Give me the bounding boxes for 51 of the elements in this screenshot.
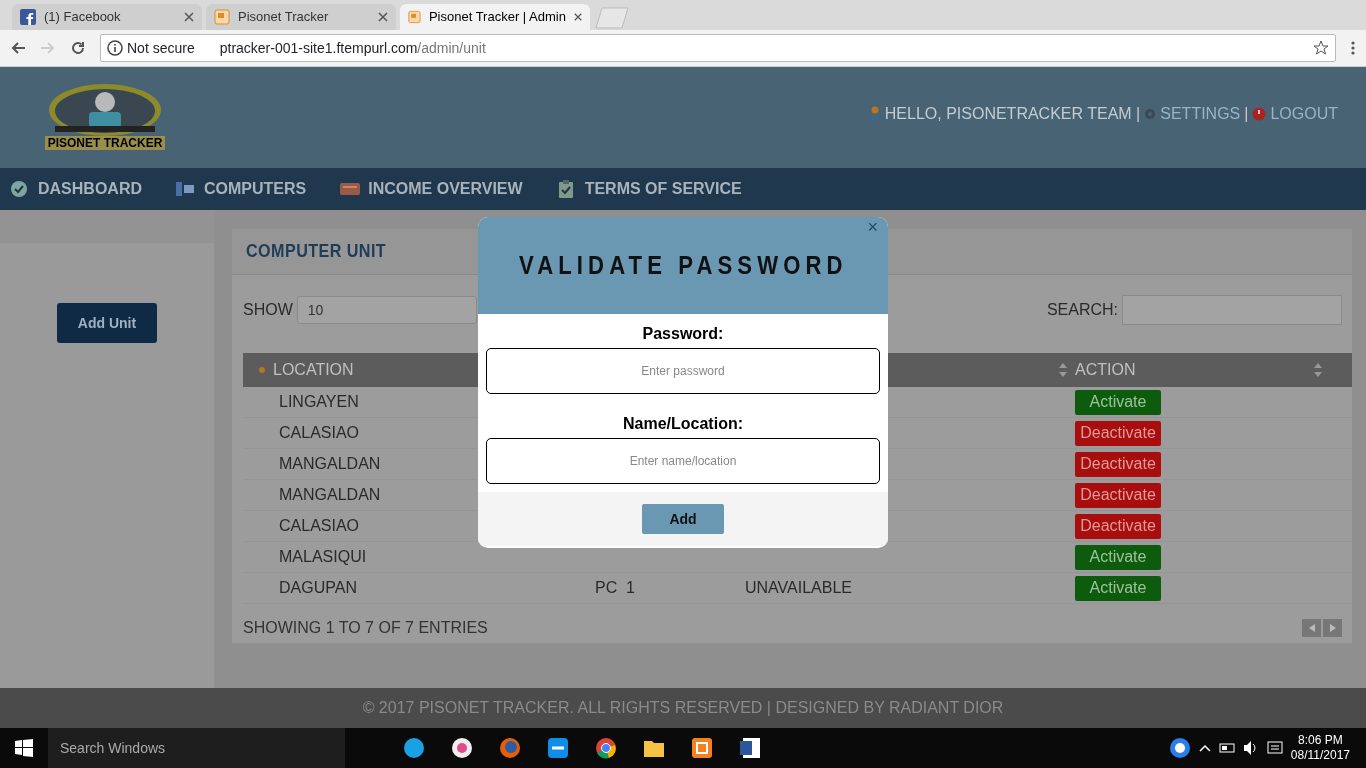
table-cell-text: MANGALDAN: [278, 485, 382, 505]
table-cell-text: MALASIQUI: [278, 547, 368, 567]
deactivate-button[interactable]: Deactivate: [1075, 420, 1161, 446]
nav-link[interactable]: COMPUTERS: [176, 177, 307, 201]
field-label: Password:: [642, 324, 724, 344]
browser-tab[interactable]: (1) Facebook: [12, 4, 202, 30]
search-label: SEARCH:: [1046, 300, 1118, 320]
logo-text: PISONET TRACKER: [44, 135, 166, 150]
security-label: Not secure: [127, 38, 195, 58]
nav-link[interactable]: TERMS OF SERVICE: [556, 177, 742, 201]
nav-link[interactable]: INCOME OVERVIEW: [340, 177, 523, 201]
modal-title: VALIDATE PASSWORD: [518, 249, 848, 282]
footer-text: © 2017 PISONET TRACKER. ALL RIGHTS RESERVED | DESIGNED BY RADIANT DIOR: [0, 688, 1366, 728]
close-button[interactable]: ×: [867, 217, 878, 237]
deactivate-button[interactable]: Deactivate: [1075, 482, 1161, 508]
greeting-text: HELLO, PISONETRACKER TEAM |: [884, 103, 1141, 124]
address-bar[interactable]: Not secure ptracker-001-site1.ftempurl.com/admin/unit: [100, 34, 1336, 62]
table-cell-text: LINGAYEN: [278, 392, 360, 412]
table-cell: UNAVAILABLE: [745, 579, 852, 596]
panel-title: COMPUTER UNIT: [246, 239, 387, 264]
clock-time[interactable]: 8:06 PM: [1298, 733, 1343, 748]
nav-link[interactable]: DASHBOARD: [10, 177, 142, 201]
activate-button[interactable]: Activate: [1075, 575, 1161, 601]
table-cell-text: DAGUPAN: [278, 578, 358, 598]
separator-text: |: [1244, 103, 1249, 124]
entries-info: SHOWING 1 TO 7 OF 7 ENTRIES: [243, 618, 488, 638]
table-cell-text: MANGALDAN: [278, 454, 382, 474]
url-text: ptracker-001-site1.ftempurl.com/admin/unit: [219, 38, 486, 58]
settings-link[interactable]: SETTINGS: [1160, 101, 1241, 126]
table-cell-text: CALASIAO: [278, 516, 361, 536]
activate-button[interactable]: Activate: [1075, 544, 1161, 570]
column-header[interactable]: ACTION: [1075, 358, 1136, 382]
deactivate-button[interactable]: Deactivate: [1075, 451, 1161, 477]
entries-select[interactable]: 10: [296, 296, 477, 324]
taskbar-search[interactable]: Search Windows: [48, 728, 345, 768]
table-cell: PC 1: [595, 579, 635, 596]
show-label: SHOW: [243, 300, 293, 320]
field-label: Name/Location:: [623, 414, 743, 434]
column-header[interactable]: LOCATION: [273, 358, 354, 382]
add-button[interactable]: Add: [642, 504, 724, 534]
add-unit-button[interactable]: Add Unit: [57, 303, 157, 343]
table-cell-text: CALASIAO: [278, 423, 361, 443]
logo[interactable]: PISONET TRACKER: [40, 83, 170, 152]
logout-link[interactable]: LOGOUT: [1270, 101, 1338, 126]
browser-tab[interactable]: Pisonet Tracker | Admin: [400, 4, 590, 30]
clock-date[interactable]: 08/11/2017: [1290, 748, 1350, 763]
deactivate-button[interactable]: Deactivate: [1075, 513, 1161, 539]
input-field[interactable]: Enter name/location: [486, 438, 880, 484]
activate-button[interactable]: Activate: [1075, 389, 1161, 415]
browser-tab[interactable]: Pisonet Tracker: [206, 4, 396, 30]
input-field[interactable]: Enter password: [486, 348, 880, 394]
